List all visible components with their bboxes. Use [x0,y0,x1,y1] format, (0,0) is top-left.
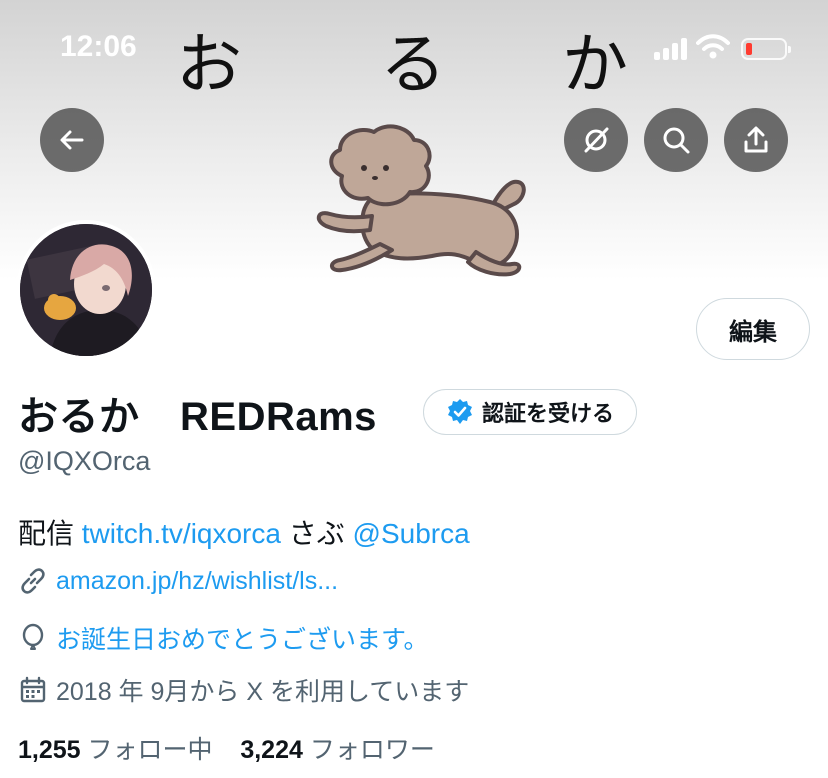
share-icon [744,126,768,153]
follow-stats: 1,255 フォロー中 3,224 フォロワー [18,730,435,766]
birthday-row: お誕生日おめでとうございます。 [18,620,429,656]
joined-text: 2018 年 9月から X を利用しています [56,678,470,706]
calendar-icon [20,676,46,703]
joined-row: 2018 年 9月から X を利用しています [18,672,469,708]
edit-profile-button[interactable]: 編集 [696,298,810,360]
cellular-signal-icon [654,38,690,60]
bio-middle-text: さぶ [280,518,353,549]
get-verified-button[interactable]: 認証を受ける [423,389,638,435]
bio-prefix: 配信 [18,518,82,549]
user-handle: @IQXOrca [18,446,151,476]
share-button[interactable] [724,108,788,172]
website-link[interactable]: amazon.jp/hz/wishlist/ls... [56,567,338,596]
verified-badge-icon [448,399,472,424]
balloon-icon [22,623,44,650]
eye-off-icon [584,127,609,153]
bio-mention-link[interactable]: @Subrca [353,518,470,549]
search-icon [663,127,690,154]
following-link[interactable]: 1,255 フォロー中 [18,736,213,764]
bio-twitch-link[interactable]: twitch.tv/iqxorca [82,518,281,549]
back-arrow-icon [60,130,84,150]
display-name: おるか REDRams [18,395,377,439]
status-time: 12:06 [60,30,137,63]
avatar[interactable] [16,220,156,360]
get-verified-label: 認証を受ける [482,401,615,426]
banner-char-2: る [380,26,446,103]
search-button[interactable] [644,108,708,172]
following-count: 1,255 [18,736,81,764]
banner-char-1: お [176,26,242,103]
hide-button[interactable] [564,108,628,172]
website-row: amazon.jp/hz/wishlist/ls... [18,566,338,596]
dog-illustration [316,124,526,277]
followers-link[interactable]: 3,224 フォロワー [240,736,435,764]
back-button[interactable] [40,108,104,172]
birthday-text[interactable]: お誕生日おめでとうございます。 [56,620,429,656]
followers-count: 3,224 [240,736,303,764]
bio: 配信 twitch.tv/iqxorca さぶ @Subrca [18,512,470,552]
battery-icon [741,38,791,60]
avatar-illustration [20,224,152,356]
wifi-icon [696,34,730,59]
banner-char-3: か [562,26,628,103]
link-icon [21,568,45,594]
following-label: フォロー中 [87,736,213,764]
followers-label: フォロワー [309,736,435,764]
